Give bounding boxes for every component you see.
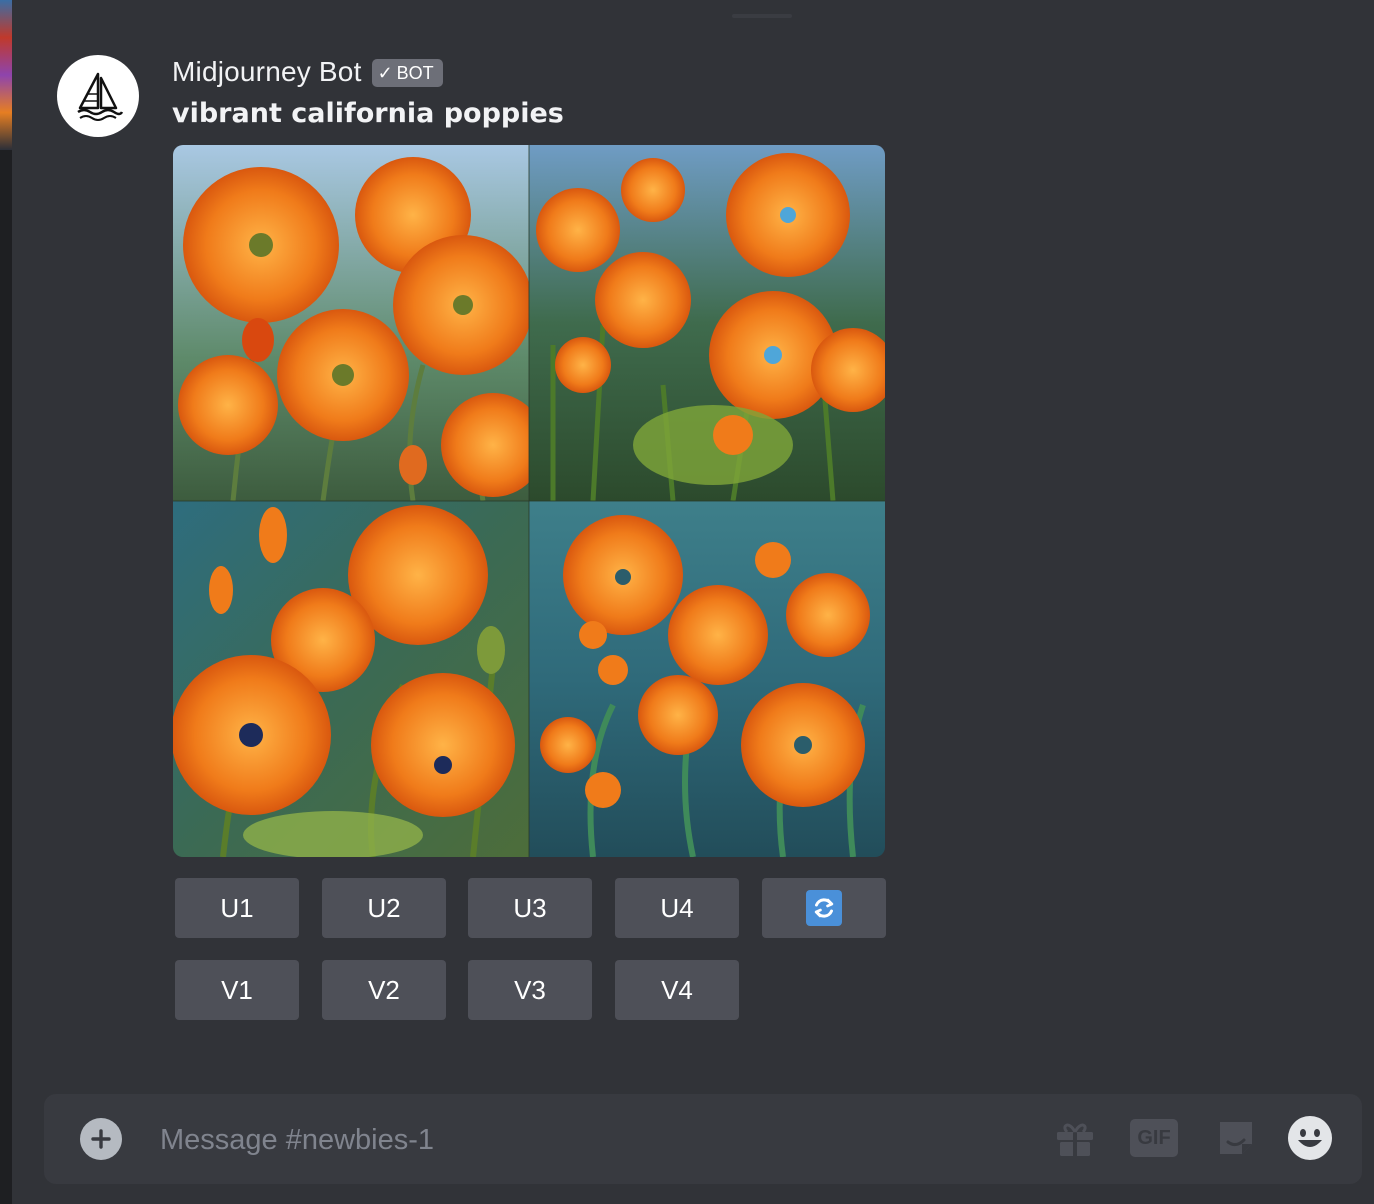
gift-button[interactable]	[1051, 1114, 1099, 1162]
grid-image-4	[529, 501, 885, 857]
variation-button-3[interactable]: V3	[468, 960, 592, 1020]
gif-icon: GIF	[1130, 1119, 1178, 1157]
upscale-button-1[interactable]: U1	[175, 878, 299, 938]
message-composer: GIF	[44, 1094, 1362, 1184]
prompt-text: vibrant california poppies	[172, 98, 564, 129]
emoji-icon	[1288, 1116, 1332, 1160]
scroll-handle	[732, 14, 792, 18]
left-edge-strip	[0, 0, 12, 1204]
author-name[interactable]: Midjourney Bot	[172, 56, 362, 88]
grid-image-2	[529, 145, 885, 502]
chat-area: Midjourney Bot ✓ BOT vibrant california …	[12, 0, 1374, 1204]
message-header: Midjourney Bot ✓ BOT	[172, 52, 443, 92]
verified-check-icon: ✓	[377, 62, 393, 83]
gif-button[interactable]: GIF	[1130, 1114, 1178, 1162]
upscale-button-4[interactable]: U4	[615, 878, 739, 938]
message-input[interactable]	[158, 1116, 1022, 1164]
bot-badge: ✓ BOT	[371, 59, 443, 87]
variation-button-2[interactable]: V2	[322, 960, 446, 1020]
server-art-sliver	[0, 0, 12, 150]
upscale-button-3[interactable]: U3	[468, 878, 592, 938]
sticker-button[interactable]	[1212, 1114, 1260, 1162]
variation-button-1[interactable]: V1	[175, 960, 299, 1020]
sailboat-icon	[77, 72, 124, 121]
grid-image-1	[173, 145, 545, 502]
upload-plus-button[interactable]	[80, 1118, 122, 1160]
gif-label: GIF	[1137, 1126, 1171, 1149]
refresh-icon	[806, 890, 842, 926]
plus-icon	[91, 1129, 111, 1149]
upscale-button-2[interactable]: U2	[322, 878, 446, 938]
bot-avatar[interactable]	[57, 55, 139, 137]
reroll-button[interactable]	[762, 878, 886, 938]
grid-image-3	[173, 501, 529, 857]
image-grid[interactable]	[173, 145, 885, 857]
gift-icon	[1057, 1123, 1093, 1156]
poppy-image-grid	[173, 145, 885, 857]
sticker-icon	[1220, 1122, 1252, 1154]
variation-button-4[interactable]: V4	[615, 960, 739, 1020]
emoji-button[interactable]	[1286, 1114, 1334, 1162]
bot-badge-label: BOT	[396, 62, 434, 83]
